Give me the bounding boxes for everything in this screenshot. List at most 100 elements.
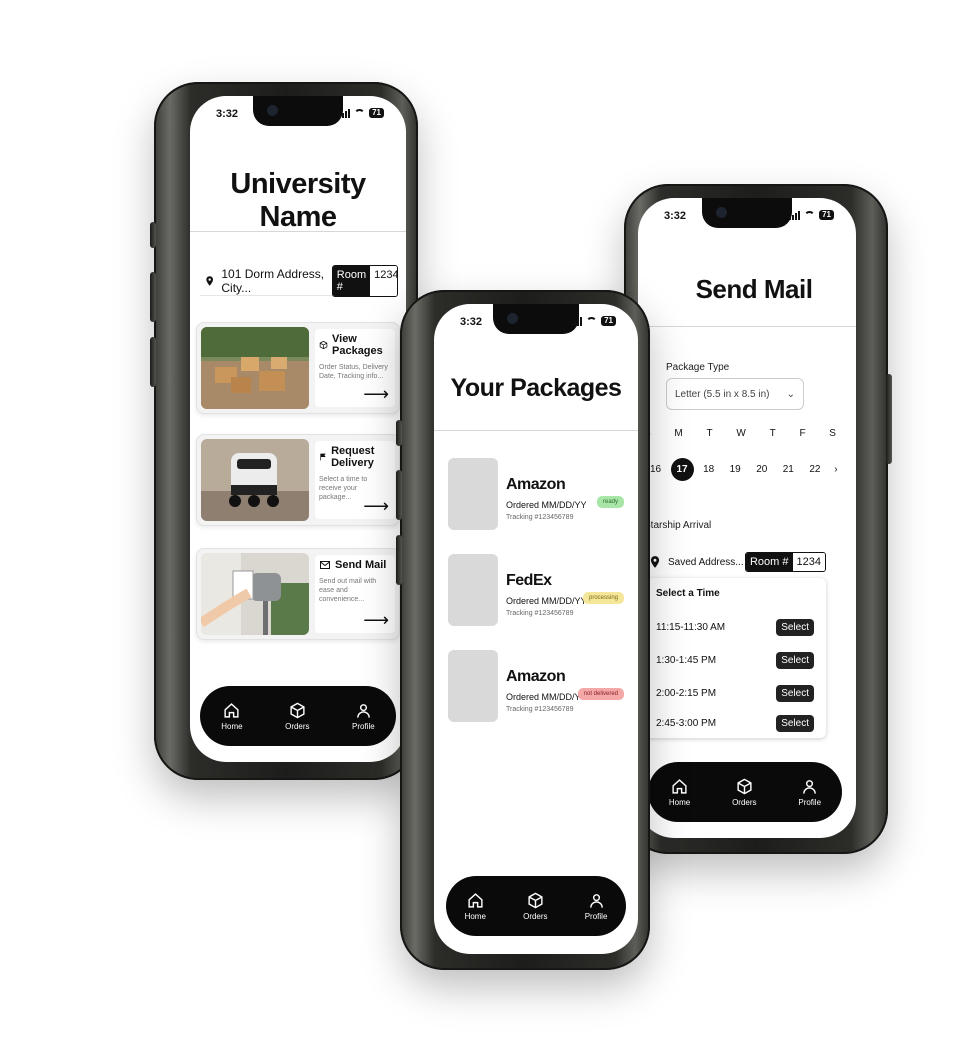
nav-profile[interactable]: Profile [585, 892, 607, 921]
user-icon [589, 893, 603, 908]
location-pin-icon [206, 275, 214, 286]
home-icon [672, 778, 687, 794]
status-bar: 3:32 71 [434, 316, 638, 332]
arrow-right-icon[interactable]: ⟶ [363, 497, 389, 515]
home-icon [224, 702, 240, 718]
chevron-down-icon: ⌄ [786, 388, 795, 400]
phone-send-mail: 3:32 71 Send Mail Package Type Letter (5… [624, 184, 892, 854]
status-time: 3:32 [216, 108, 239, 120]
time-slot: 1:30-1:45 PM Select [656, 649, 814, 671]
request-delivery-card[interactable]: Request Delivery Select a time to receiv… [196, 434, 400, 526]
nav-home[interactable]: Home [221, 702, 243, 731]
page-title: Your Packages [450, 374, 622, 402]
package-type-select[interactable]: Letter (5.5 in x 8.5 in) ⌄ [666, 378, 804, 410]
room-number[interactable]: Room # 1234 [331, 264, 398, 297]
mailbox-photo [201, 553, 309, 635]
wifi-icon [354, 109, 366, 117]
user-icon [357, 703, 370, 718]
nav-home[interactable]: Home [465, 892, 486, 921]
view-packages-desc: Order Status, Delivery Date, Tracking in… [319, 364, 388, 380]
signal-icon [571, 316, 583, 326]
time-slot-panel: Select a Time 11:15-11:30 AM Select 1:30… [644, 578, 826, 738]
room-label: Room # [745, 553, 793, 571]
time-slot: 11:15-11:30 AM Select [656, 616, 814, 638]
status-bar: 3:32 71 [638, 210, 856, 226]
request-delivery-title: Request Delivery [319, 445, 391, 469]
signal-icon [789, 210, 801, 220]
date-18[interactable]: 18 [697, 458, 720, 481]
status-badge: processing [582, 592, 624, 604]
time-slot: 2:45-3:00 PM Select [656, 714, 814, 732]
date-17-selected[interactable]: 17 [670, 458, 694, 481]
status-time: 3:32 [460, 316, 483, 328]
package-order-date: Ordered MM/DD/YY [506, 692, 587, 702]
arrow-right-icon[interactable]: ⟶ [363, 385, 389, 403]
nav-orders[interactable]: Orders [732, 778, 757, 807]
room-number[interactable]: Room # 1234 [744, 552, 826, 572]
date-20[interactable]: 20 [750, 458, 773, 481]
nav-home[interactable]: Home [669, 778, 690, 807]
battery-icon: 71 [601, 316, 616, 326]
address-bar[interactable]: 101 Dorm Address, City... Room # 1234 [200, 264, 398, 297]
status-badge: ready [596, 496, 624, 508]
package-item[interactable]: Amazon Ordered MM/DD/YY Tracking #123456… [448, 650, 624, 728]
send-mail-card[interactable]: Send Mail Send out mail with ease and co… [196, 548, 400, 640]
next-week-icon[interactable]: › [830, 458, 842, 481]
box-icon [290, 702, 305, 718]
page-title: University Name [230, 168, 366, 233]
package-carrier: FedEx [506, 572, 552, 589]
view-packages-title: View Packages [319, 333, 391, 357]
bottom-nav: Home Orders Profile [200, 686, 396, 746]
status-badge: not delivered [577, 688, 624, 700]
nav-orders[interactable]: Orders [285, 702, 310, 731]
saved-address-bar[interactable]: Saved Address... Room # 1234 [644, 550, 826, 574]
room-label: Room # [332, 265, 371, 296]
phone-home: 3:32 71 University Name 101 Dorm Address… [150, 82, 418, 780]
location-pin-icon [650, 556, 660, 568]
date-21[interactable]: 21 [777, 458, 800, 481]
package-item[interactable]: FedEx Ordered MM/DD/YY Tracking #1234567… [448, 554, 624, 632]
nav-profile[interactable]: Profile [352, 702, 375, 731]
select-slot-button[interactable]: Select [776, 684, 814, 702]
page-title: Send Mail [695, 274, 813, 304]
status-bar: 3:32 71 [190, 108, 406, 124]
packages-screen: 3:32 71 Your Packages Amazon Ordered MM/… [434, 304, 638, 954]
date-19[interactable]: 19 [724, 458, 747, 481]
battery-icon: 71 [369, 108, 384, 118]
nav-orders[interactable]: Orders [523, 892, 548, 921]
package-thumbnail [448, 458, 498, 530]
arrow-right-icon[interactable]: ⟶ [363, 611, 389, 629]
box-icon [319, 340, 328, 350]
nav-profile[interactable]: Profile [798, 778, 821, 807]
home-icon [468, 892, 483, 908]
package-item[interactable]: Amazon Ordered MM/DD/YY Tracking #123456… [448, 458, 624, 536]
send-mail-title: Send Mail [319, 559, 391, 571]
select-time-heading: Select a Time [656, 588, 720, 599]
wifi-icon [804, 211, 816, 219]
phone-packages: 3:32 71 Your Packages Amazon Ordered MM/… [396, 290, 650, 970]
mail-icon [320, 561, 330, 569]
package-tracking: Tracking #123456789 [506, 610, 574, 617]
address-text: 101 Dorm Address, City... [221, 266, 325, 295]
user-icon [803, 779, 817, 794]
date-22[interactable]: 22 [803, 458, 826, 481]
select-slot-button[interactable]: Select [776, 618, 814, 636]
send-mail-screen: 3:32 71 Send Mail Package Type Letter (5… [638, 198, 856, 838]
box-icon [737, 778, 752, 794]
view-packages-card[interactable]: View Packages Order Status, Delivery Dat… [196, 322, 400, 414]
bottom-nav: Home Orders Profile [648, 762, 842, 822]
starship-arrival-label: Starship Arrival [644, 520, 712, 531]
status-time: 3:32 [664, 210, 687, 222]
box-icon [528, 892, 543, 908]
wifi-icon [586, 317, 598, 325]
title-divider [190, 231, 406, 232]
package-thumbnail [448, 554, 498, 626]
home-screen: 3:32 71 University Name 101 Dorm Address… [190, 96, 406, 762]
package-tracking: Tracking #123456789 [506, 514, 574, 521]
select-slot-button[interactable]: Select [776, 651, 814, 669]
flag-icon [320, 453, 326, 461]
date-row: 16 17 18 19 20 21 22 › [644, 458, 842, 481]
weekday-row: SMTWTFS [644, 428, 836, 439]
room-value: 1234 [792, 553, 825, 571]
select-slot-button[interactable]: Select [776, 714, 814, 732]
